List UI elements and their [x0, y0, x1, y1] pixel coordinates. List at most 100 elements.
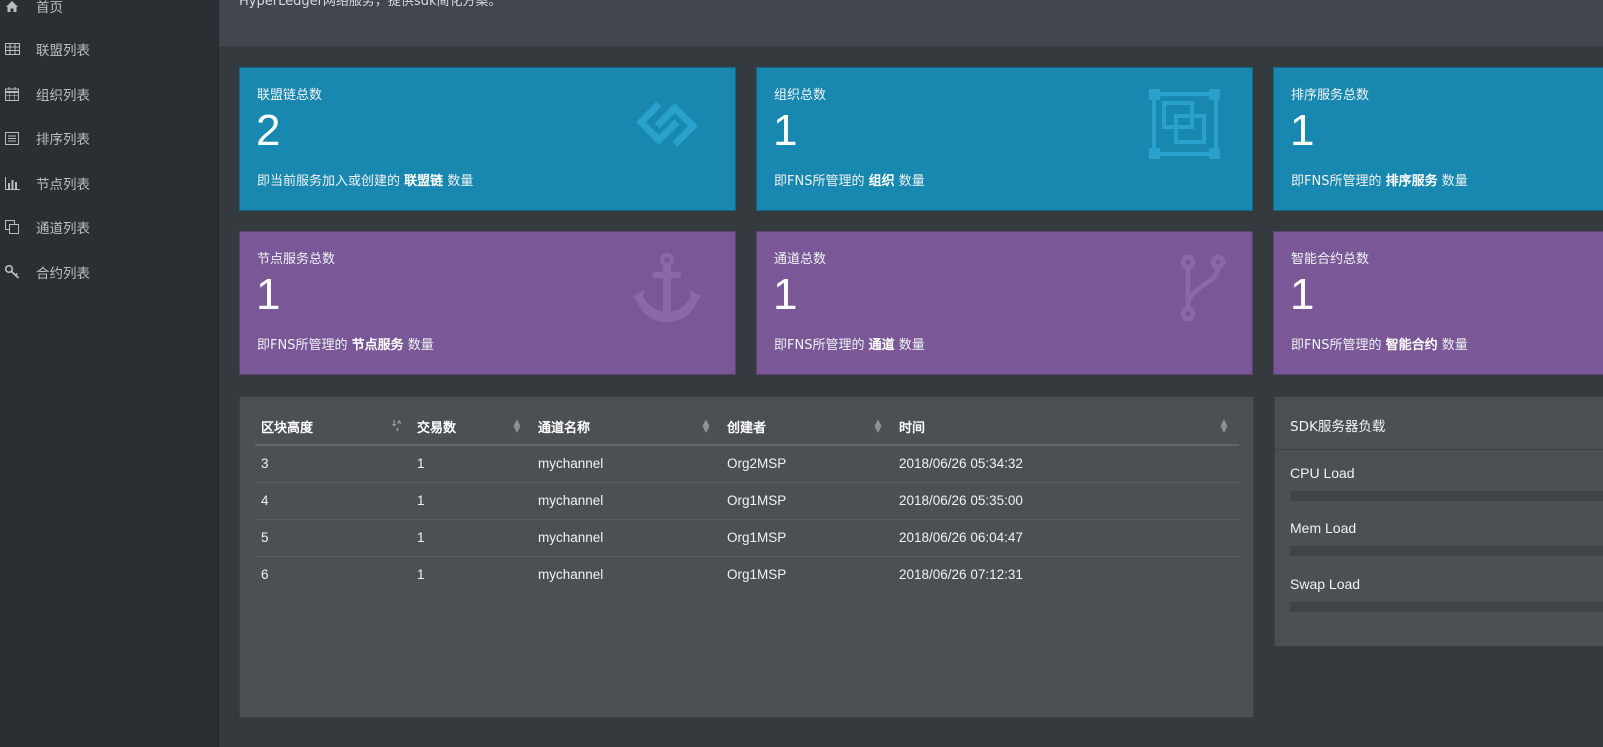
column-header-time[interactable]: 时间 ▲ ▼: [893, 409, 1239, 446]
page-header: HyperLedger网络服务，提供sdk简化方案。: [219, 0, 1603, 47]
cell-creator: Org1MSP: [721, 519, 893, 557]
table-row: 4 1 mychannel Org1MSP 2018/06/26 05:35:0…: [255, 482, 1239, 520]
sdk-load-title: SDK服务器负载: [1275, 397, 1603, 450]
chain-link-icon: [636, 101, 698, 147]
column-header-channel-name[interactable]: 通道名称 ▲ ▼: [532, 409, 721, 446]
sidebar: 首页 联盟列表 组织列表 排序列表 节点列表 通道列表 合约列表: [0, 0, 219, 747]
bar-chart-icon: [4, 175, 20, 191]
sidebar-item-peer[interactable]: 节点列表: [0, 161, 219, 205]
sidebar-item-orderer[interactable]: 排序列表: [0, 116, 219, 160]
swap-load-row: Swap Load: [1290, 576, 1603, 612]
card-value: 2: [256, 106, 281, 155]
sidebar-item-alliance[interactable]: 联盟列表: [0, 27, 219, 71]
table-row: 3 1 mychannel Org2MSP 2018/06/26 05:34:3…: [255, 445, 1239, 483]
copy-icon: [4, 219, 20, 235]
cpu-load-row: CPU Load: [1290, 465, 1603, 501]
column-header-block-height[interactable]: 区块高度 ↓ᴬ ᶻ: [255, 409, 411, 446]
sidebar-item-home[interactable]: 首页: [0, 0, 219, 28]
sidebar-item-label: 首页: [36, 0, 63, 16]
sidebar-item-label: 合约列表: [36, 266, 90, 282]
card-value: 1: [1290, 270, 1315, 319]
cell-block-height: 6: [261, 567, 269, 583]
mem-load-row: Mem Load: [1290, 520, 1603, 556]
sidebar-item-label: 节点列表: [36, 177, 90, 193]
card-title: 节点服务总数: [257, 252, 336, 267]
stat-card-alliance: 联盟链总数 2 即当前服务加入或创建的 联盟链 数量: [239, 67, 736, 211]
cell-channel-name: mychannel: [538, 567, 604, 583]
swap-load-bar: [1290, 602, 1603, 612]
card-value: 1: [1290, 106, 1315, 155]
table-row: 5 1 mychannel Org1MSP 2018/06/26 06:04:4…: [255, 519, 1239, 557]
sort-icon[interactable]: ▲ ▼: [871, 419, 885, 435]
sidebar-item-channel[interactable]: 通道列表: [0, 205, 219, 249]
cell-tx-count: 1: [411, 519, 532, 557]
card-description: 即FNS所管理的 通道 数量: [774, 338, 925, 353]
card-title: 联盟链总数: [257, 88, 323, 103]
card-description: 即当前服务加入或创建的 联盟链 数量: [257, 174, 474, 189]
column-header-tx-count[interactable]: 交易数 ▲ ▼: [411, 409, 532, 446]
cpu-load-label: CPU Load: [1290, 465, 1355, 481]
sort-icon[interactable]: ▲ ▼: [1217, 419, 1231, 435]
sidebar-item-org[interactable]: 组织列表: [0, 72, 219, 116]
list-icon: [4, 130, 20, 146]
sidebar-item-label: 组织列表: [36, 88, 90, 104]
mem-load-bar: [1290, 546, 1603, 556]
cell-channel-name: mychannel: [532, 445, 721, 483]
sidebar-item-label: 通道列表: [36, 221, 90, 237]
sidebar-item-contract[interactable]: 合约列表: [0, 250, 219, 294]
stat-card-channel: 通道总数 1 即FNS所管理的 通道 数量: [756, 231, 1253, 375]
cell-channel-name: mychannel: [532, 482, 721, 520]
cell-creator: Org2MSP: [721, 445, 893, 483]
object-group-icon: [1149, 89, 1220, 159]
card-value: 1: [773, 270, 798, 319]
cell-block-height: 4: [255, 482, 411, 520]
anchor-icon: [633, 253, 701, 322]
cell-time: 2018/06/26 06:04:47: [893, 519, 1239, 557]
card-title: 智能合约总数: [1291, 252, 1370, 267]
sidebar-item-label: 排序列表: [36, 132, 90, 148]
cell-creator: Org1MSP: [727, 567, 787, 583]
card-description: 即FNS所管理的 智能合约 数量: [1291, 338, 1468, 353]
card-title: 排序服务总数: [1291, 88, 1370, 103]
stat-card-orderer: 排序服务总数 1 即FNS所管理的 排序服务 数量: [1273, 67, 1603, 211]
cell-tx-count: 1: [417, 567, 425, 583]
calendar-icon: [4, 86, 20, 102]
blocks-table-panel: 区块高度 ↓ᴬ ᶻ 交易数 ▲ ▼ 通道名称 ▲ ▼ 创建者 ▲ ▼ 时间 ▲ ▼ 3 …: [239, 396, 1254, 718]
code-fork-icon: [1180, 254, 1226, 322]
key-icon: [4, 264, 20, 280]
cpu-load-bar: [1290, 491, 1603, 501]
cell-time: 2018/06/26 05:35:00: [893, 482, 1239, 520]
cell-time: 2018/06/26 07:12:31: [899, 567, 1023, 583]
sdk-load-panel: SDK服务器负载 CPU Load Mem Load Swap Load: [1274, 396, 1603, 647]
cell-block-height: 3: [255, 445, 411, 483]
stat-card-org: 组织总数 1 即FNS所管理的 组织 数量: [756, 67, 1253, 211]
cell-channel-name: mychannel: [532, 519, 721, 557]
swap-load-label: Swap Load: [1290, 576, 1361, 592]
card-description: 即FNS所管理的 组织 数量: [774, 174, 925, 189]
card-description: 即FNS所管理的 节点服务 数量: [257, 338, 434, 353]
blocks-table: 区块高度 ↓ᴬ ᶻ 交易数 ▲ ▼ 通道名称 ▲ ▼ 创建者 ▲ ▼ 时间 ▲ ▼ 3 …: [255, 409, 1239, 593]
cell-time: 2018/06/26 05:34:32: [893, 445, 1239, 483]
sidebar-item-label: 联盟列表: [36, 43, 90, 59]
card-title: 组织总数: [774, 88, 827, 103]
sort-asc-icon[interactable]: ↓ᴬ ᶻ: [389, 420, 403, 435]
stat-card-contract: 智能合约总数 1 即FNS所管理的 智能合约 数量: [1273, 231, 1603, 375]
table-row: 6 1 mychannel Org1MSP 2018/06/26 07:12:3…: [255, 556, 1239, 593]
cell-tx-count: 1: [411, 482, 532, 520]
card-value: 1: [256, 270, 281, 319]
cell-block-height: 5: [255, 519, 411, 557]
table-icon: [4, 41, 20, 57]
cell-creator: Org1MSP: [721, 482, 893, 520]
card-value: 1: [773, 106, 798, 155]
stat-card-peer: 节点服务总数 1 即FNS所管理的 节点服务 数量: [239, 231, 736, 375]
home-icon: [4, 0, 20, 14]
sort-icon[interactable]: ▲ ▼: [699, 419, 713, 435]
sort-icon[interactable]: ▲ ▼: [510, 419, 524, 435]
page-subtitle: HyperLedger网络服务，提供sdk简化方案。: [239, 0, 502, 9]
mem-load-label: Mem Load: [1290, 520, 1357, 536]
card-title: 通道总数: [774, 252, 827, 267]
cell-tx-count: 1: [411, 445, 532, 483]
column-header-creator[interactable]: 创建者 ▲ ▼: [721, 409, 893, 446]
table-header-row: 区块高度 ↓ᴬ ᶻ 交易数 ▲ ▼ 通道名称 ▲ ▼ 创建者 ▲ ▼ 时间 ▲ ▼: [255, 409, 1239, 446]
card-description: 即FNS所管理的 排序服务 数量: [1291, 174, 1468, 189]
